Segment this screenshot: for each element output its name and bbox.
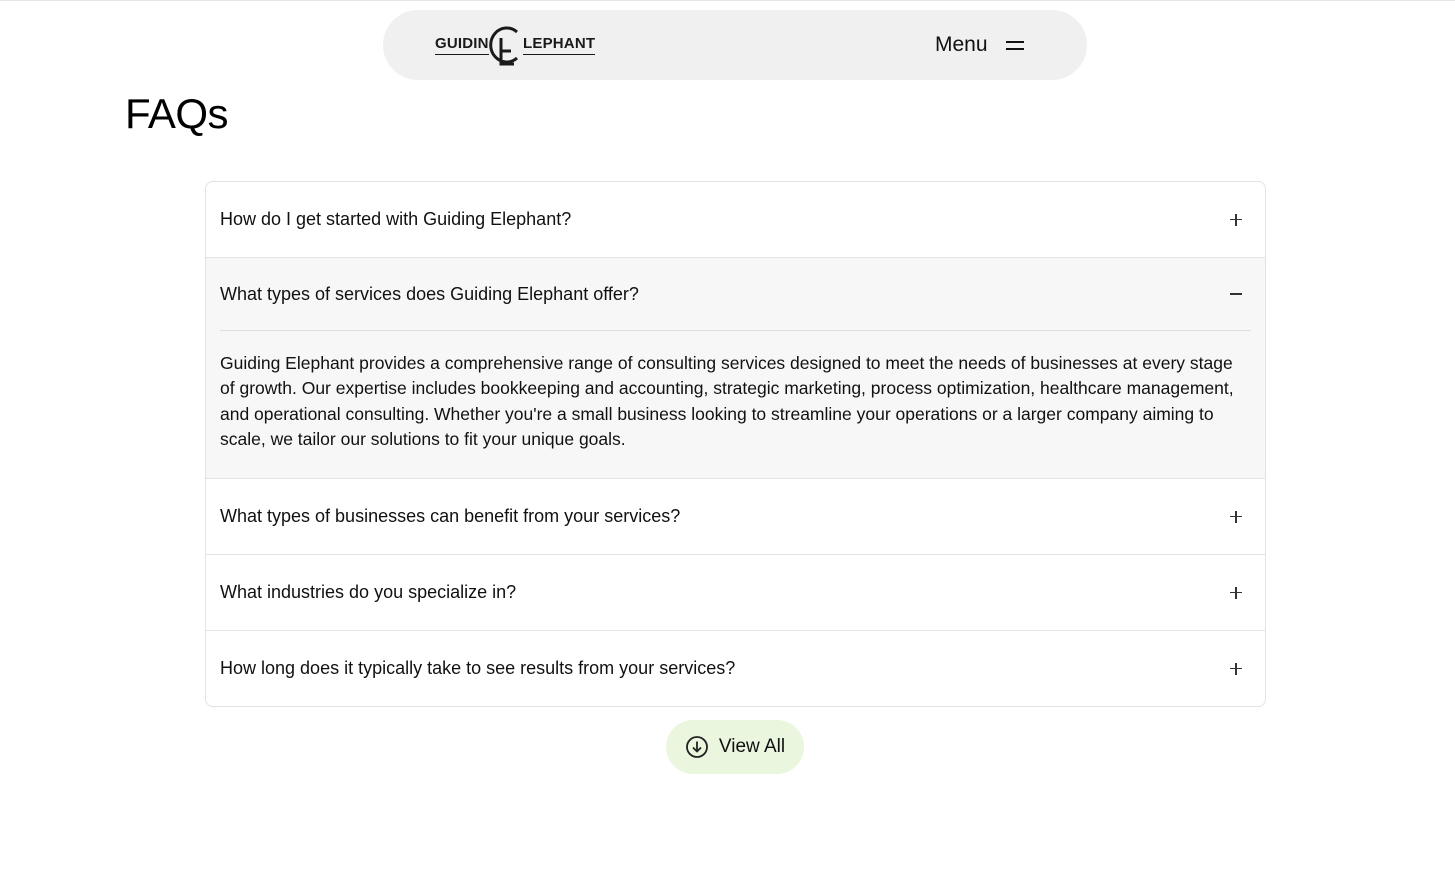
hamburger-icon xyxy=(1005,39,1024,51)
logo-mark-icon xyxy=(489,26,518,66)
plus-icon[interactable] xyxy=(1229,510,1243,524)
faq-question-row[interactable]: What types of services does Guiding Elep… xyxy=(206,258,1265,330)
menu-button[interactable]: Menu xyxy=(935,30,1024,60)
faq-item: What industries do you specialize in? xyxy=(206,554,1265,630)
page-title: FAQs xyxy=(125,90,229,137)
logo[interactable]: GUIDIN LEPHANT xyxy=(435,24,596,66)
faq-item: What types of businesses can benefit fro… xyxy=(206,478,1265,554)
view-all-button[interactable]: View All xyxy=(666,720,804,774)
faq-question: What types of services does Guiding Elep… xyxy=(220,283,639,304)
top-nav: GUIDIN LEPHANT Menu xyxy=(383,10,1087,80)
faq-question-row[interactable]: What industries do you specialize in? xyxy=(206,555,1265,630)
faq-question-row[interactable]: What types of businesses can benefit fro… xyxy=(206,479,1265,554)
logo-text-left: GUIDIN xyxy=(435,35,489,55)
faq-question: What industries do you specialize in? xyxy=(220,582,517,603)
minus-icon[interactable] xyxy=(1229,287,1243,301)
faq-item: How long does it typically take to see r… xyxy=(206,630,1265,706)
plus-icon[interactable] xyxy=(1229,662,1243,676)
faq-answer: Guiding Elephant provides a comprehensiv… xyxy=(220,353,1234,449)
plus-icon[interactable] xyxy=(1229,213,1243,227)
menu-label: Menu xyxy=(935,33,988,56)
plus-icon[interactable] xyxy=(1229,586,1243,600)
faq-accordion: How do I get started with Guiding Elepha… xyxy=(205,181,1266,708)
faq-item-expanded: What types of services does Guiding Elep… xyxy=(206,257,1265,479)
view-all-label: View All xyxy=(718,736,786,757)
faq-question: What types of businesses can benefit fro… xyxy=(220,506,681,527)
faq-question-row[interactable]: How do I get started with Guiding Elepha… xyxy=(206,182,1265,257)
arrow-down-circle-icon xyxy=(686,736,708,758)
faq-question: How long does it typically take to see r… xyxy=(220,658,736,679)
faq-question: How do I get started with Guiding Elepha… xyxy=(220,209,572,229)
top-rule xyxy=(0,0,1455,1)
faq-item: How do I get started with Guiding Elepha… xyxy=(206,182,1265,257)
faq-question-row[interactable]: How long does it typically take to see r… xyxy=(206,631,1265,706)
logo-text-right: LEPHANT xyxy=(523,35,596,55)
